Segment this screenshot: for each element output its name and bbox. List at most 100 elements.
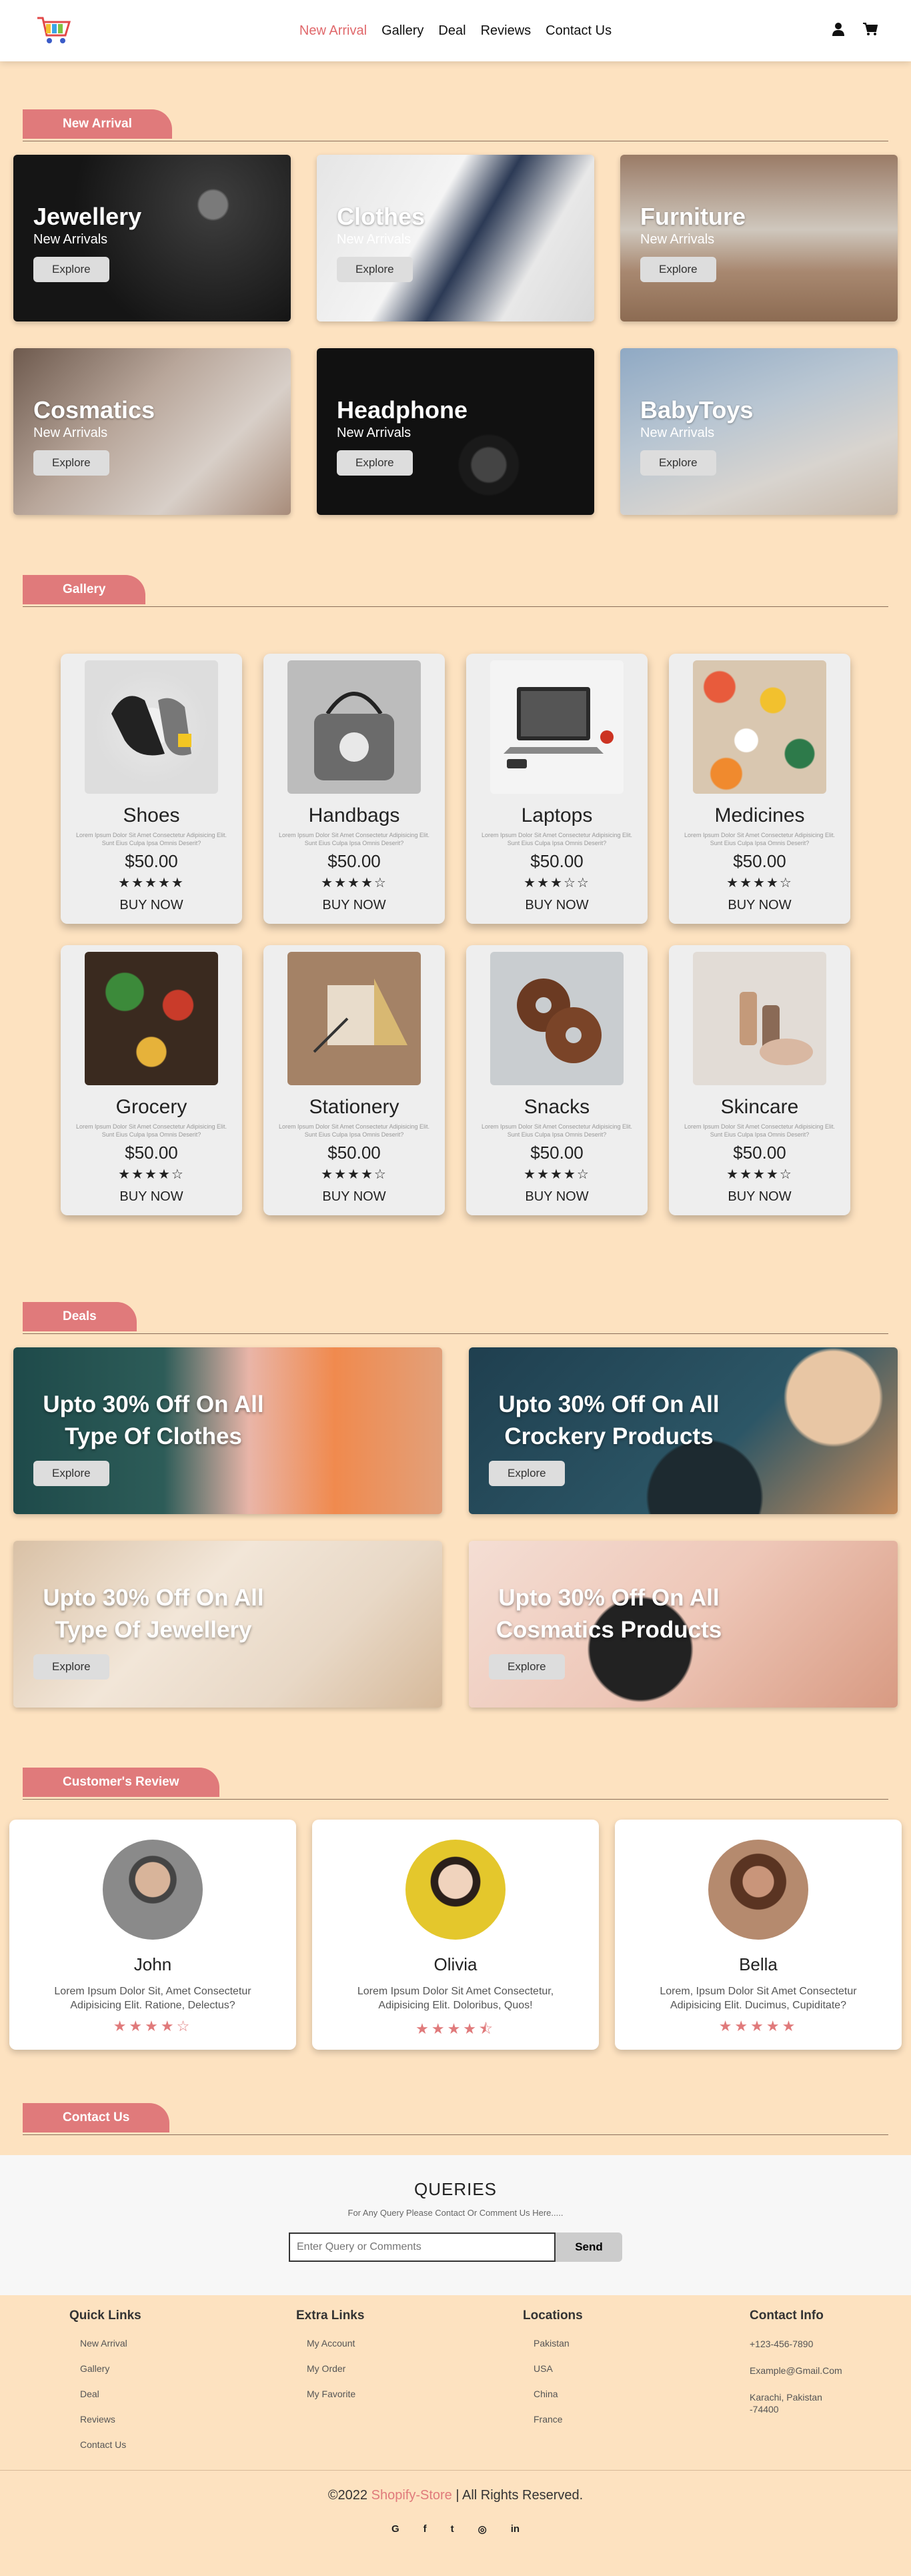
reviewer-name: John: [133, 1954, 172, 1974]
linkedin-icon[interactable]: in: [511, 2523, 520, 2535]
contact-phone: +123-456-7890: [750, 2339, 814, 2349]
nav-new-arrival[interactable]: New Arrival: [299, 23, 367, 39]
explore-button[interactable]: Explore: [640, 257, 716, 282]
footer-link[interactable]: Pakistan: [523, 2338, 750, 2349]
product-price: $50.00: [125, 851, 178, 871]
category-card-furniture[interactable]: Furniture New Arrivals Explore: [620, 155, 898, 321]
product-card[interactable]: Grocery Lorem Ipsum Dolor Sit Amet Conse…: [61, 945, 242, 1215]
divider: [23, 1333, 888, 1334]
category-card-cosmatics[interactable]: Cosmatics New Arrivals Explore: [13, 348, 291, 515]
nav-contact-us[interactable]: Contact Us: [546, 23, 612, 39]
facebook-icon[interactable]: f: [423, 2523, 427, 2535]
explore-button[interactable]: Explore: [33, 1654, 109, 1680]
category-title: Furniture: [640, 203, 746, 230]
category-title: Clothes: [337, 203, 425, 230]
divider: [23, 2134, 888, 2135]
query-input[interactable]: [289, 2232, 556, 2262]
explore-button[interactable]: Explore: [33, 450, 109, 476]
cart-logo-icon[interactable]: [33, 11, 73, 51]
send-button[interactable]: Send: [556, 2232, 622, 2262]
deal-card-jewellery[interactable]: Upto 30% Off On All Type Of Jewellery Exp…: [13, 1541, 442, 1708]
section-title: Gallery: [23, 575, 146, 604]
footer-heading: Quick Links: [69, 2309, 141, 2323]
nav-reviews[interactable]: Reviews: [481, 23, 532, 39]
reviews-heading: Customer's Review: [23, 1768, 888, 1800]
cart-icon[interactable]: [863, 22, 878, 39]
buy-now-button[interactable]: BUY NOW: [669, 1189, 850, 1205]
explore-button[interactable]: Explore: [489, 1654, 565, 1680]
product-image-laptops: [490, 660, 624, 794]
footer-contact-info: Contact Info +123-456-7890 Example@Gmail…: [750, 2309, 883, 2450]
user-icon[interactable]: [832, 22, 844, 39]
product-price: $50.00: [327, 851, 381, 871]
social-links: G f t ◎ in: [0, 2523, 911, 2535]
deal-card-clothes[interactable]: Upto 30% Off On All Type Of Clothes Explo…: [13, 1347, 442, 1514]
product-description: Lorem Ipsum Dolor Sit Amet Consectetur A…: [278, 1123, 430, 1138]
footer-link[interactable]: France: [523, 2414, 750, 2425]
buy-now-button[interactable]: BUY NOW: [466, 1189, 648, 1205]
footer-link[interactable]: China: [523, 2389, 750, 2399]
nav-gallery[interactable]: Gallery: [381, 23, 423, 39]
product-name: Handbags: [308, 804, 400, 826]
explore-button[interactable]: Explore: [640, 450, 716, 476]
contact-email: Example@Gmail.Com: [750, 2365, 842, 2376]
review-card: Olivia Lorem Ipsum Dolor Sit Amet Consec…: [312, 1820, 599, 2050]
footer-link[interactable]: My Account: [296, 2338, 523, 2349]
product-card[interactable]: Shoes Lorem Ipsum Dolor Sit Amet Consect…: [61, 654, 242, 924]
product-image-grocery: [85, 952, 218, 1085]
category-card-clothes[interactable]: Clothes New Arrivals Explore: [317, 155, 594, 321]
contact-section: QUERIES For Any Query Please Contact Or …: [0, 2155, 911, 2295]
explore-button[interactable]: Explore: [337, 450, 413, 476]
buy-now-button[interactable]: BUY NOW: [263, 898, 445, 913]
deal-card-crockery[interactable]: Upto 30% Off On All Crockery Products Exp…: [469, 1347, 898, 1514]
nav-deal[interactable]: Deal: [438, 23, 466, 39]
footer-link[interactable]: Deal: [69, 2389, 296, 2399]
buy-now-button[interactable]: BUY NOW: [61, 1189, 242, 1205]
footer-heading: Locations: [523, 2309, 583, 2323]
product-name: Snacks: [524, 1096, 590, 1118]
product-card[interactable]: Medicines Lorem Ipsum Dolor Sit Amet Con…: [669, 654, 850, 924]
product-name: Shoes: [123, 804, 180, 826]
twitter-icon[interactable]: t: [451, 2523, 454, 2535]
footer-link[interactable]: USA: [523, 2363, 750, 2374]
product-card[interactable]: Laptops Lorem Ipsum Dolor Sit Amet Conse…: [466, 654, 648, 924]
product-card[interactable]: Snacks Lorem Ipsum Dolor Sit Amet Consec…: [466, 945, 648, 1215]
review-stars: ★★★★☆: [113, 2018, 193, 2034]
brand-name[interactable]: Shopify-Store: [371, 2488, 452, 2503]
category-subtitle: New Arrivals: [640, 232, 715, 247]
explore-button[interactable]: Explore: [337, 257, 413, 282]
footer-link[interactable]: Gallery: [69, 2363, 296, 2374]
footer-link[interactable]: My Favorite: [296, 2389, 523, 2399]
instagram-icon[interactable]: ◎: [478, 2523, 487, 2535]
footer-link[interactable]: Reviews: [69, 2414, 296, 2425]
review-text: Lorem, Ipsum Dolor Sit Amet Consectetur …: [660, 1986, 857, 2011]
google-icon[interactable]: G: [391, 2523, 399, 2535]
product-card[interactable]: Skincare Lorem Ipsum Dolor Sit Amet Cons…: [669, 945, 850, 1215]
divider: [23, 1799, 888, 1800]
review-card: John Lorem Ipsum Dolor Sit, Amet Consect…: [9, 1820, 296, 2050]
buy-now-button[interactable]: BUY NOW: [61, 898, 242, 913]
footer-link[interactable]: My Order: [296, 2363, 523, 2374]
product-description: Lorem Ipsum Dolor Sit Amet Consectetur A…: [75, 832, 227, 846]
product-card[interactable]: Stationery Lorem Ipsum Dolor Sit Amet Co…: [263, 945, 445, 1215]
product-price: $50.00: [530, 851, 584, 871]
product-description: Lorem Ipsum Dolor Sit Amet Consectetur A…: [481, 1123, 633, 1138]
category-card-babytoys[interactable]: BabyToys New Arrivals Explore: [620, 348, 898, 515]
product-card[interactable]: Handbags Lorem Ipsum Dolor Sit Amet Cons…: [263, 654, 445, 924]
footer-link[interactable]: Contact Us: [69, 2439, 296, 2450]
explore-button[interactable]: Explore: [33, 1461, 109, 1486]
category-card-jewellery[interactable]: Jewellery New Arrivals Explore: [13, 155, 291, 321]
explore-button[interactable]: Explore: [489, 1461, 565, 1486]
footer-locations: Locations Pakistan USA China France: [523, 2309, 750, 2450]
buy-now-button[interactable]: BUY NOW: [669, 898, 850, 913]
deal-card-cosmatics[interactable]: Upto 30% Off On All Cosmatics Products Ex…: [469, 1541, 898, 1708]
buy-now-button[interactable]: BUY NOW: [466, 898, 648, 913]
deal-title: Upto 30% Off On All Type Of Jewellery: [43, 1585, 264, 1643]
section-title: New Arrival: [23, 109, 172, 139]
buy-now-button[interactable]: BUY NOW: [263, 1189, 445, 1205]
reviewer-name: Olivia: [433, 1954, 478, 1974]
explore-button[interactable]: Explore: [33, 257, 109, 282]
category-card-headphone[interactable]: Headphone New Arrivals Explore: [317, 348, 594, 515]
product-image-handbags: [287, 660, 421, 794]
footer-link[interactable]: New Arrival: [69, 2338, 296, 2349]
